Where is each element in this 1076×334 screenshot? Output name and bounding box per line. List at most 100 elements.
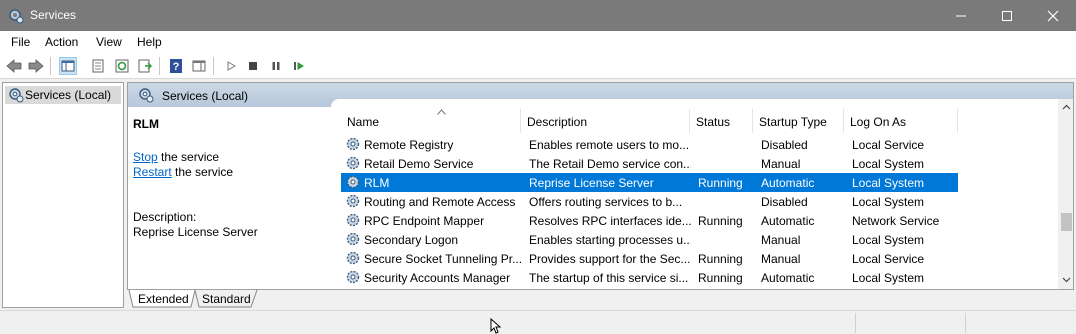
cell-log-on-as: Local System [852,233,925,247]
restart-service-link[interactable]: Restart [133,165,172,179]
refresh-icon [115,59,129,73]
description-label: Description: [133,210,197,224]
scroll-up-arrow-icon[interactable] [1062,103,1071,112]
service-gear-icon [346,270,360,284]
back-button[interactable] [5,57,23,75]
status-divider [965,313,966,333]
column-header-name[interactable]: Name [341,109,521,133]
forward-arrow-icon [28,59,44,73]
play-icon [227,61,236,71]
stop-icon [249,62,257,70]
cell-log-on-as: Local Service [852,252,925,266]
mouse-cursor-icon [490,318,502,334]
window-title: Services [30,8,77,22]
restart-action-text: the service [171,165,234,179]
menu-action[interactable]: Action [45,35,78,49]
cell-name: Security Accounts Manager [364,271,511,285]
column-header-label: Description [527,115,588,129]
description-text: Reprise License Server [133,225,258,239]
start-service-button[interactable] [222,57,240,75]
service-row[interactable]: Retail Demo Service The Retail Demo servi… [341,154,958,173]
scroll-down-arrow-icon[interactable] [1062,275,1071,284]
export-list-icon [138,59,152,73]
pause-service-button[interactable] [267,57,285,75]
help-button[interactable]: ? [167,57,185,75]
minimize-button[interactable] [938,0,984,31]
service-row[interactable]: Secondary Logon Enables starting processe… [341,230,958,249]
selected-service-name: RLM [133,117,159,131]
column-header-startup-type[interactable]: Startup Type [753,109,844,133]
cell-name: RPC Endpoint Mapper [364,214,485,228]
cell-name: RLM [364,176,390,190]
maximize-button[interactable] [984,0,1030,31]
cell-name: Retail Demo Service [364,157,474,171]
cell-description: Enables remote users to mo... [529,138,690,152]
toolbar-separator [159,57,160,75]
column-header-label: Log On As [850,115,907,129]
service-gear-icon [346,232,360,246]
column-header-log-on-as[interactable]: Log On As [844,109,958,133]
stop-service-link[interactable]: Stop [133,150,158,164]
show-hide-console-tree-button[interactable] [59,57,77,75]
stop-action-text: the service [157,150,220,164]
services-gear-icon [9,88,24,103]
services-gear-icon [9,9,24,24]
cell-log-on-as: Local Service [852,138,925,152]
column-header-description[interactable]: Description [521,109,690,133]
restart-service-button[interactable] [290,57,308,75]
tree-item-services-local[interactable]: Services (Local) [5,86,121,104]
pause-icon [272,62,280,70]
close-button[interactable] [1030,0,1076,31]
details-pane: Services (Local) RLM Stop the service Re… [127,82,1074,290]
service-row[interactable]: Remote Registry Enables remote users to m… [341,135,958,154]
menu-file[interactable]: File [11,35,30,49]
column-header-status[interactable]: Status [690,109,753,133]
title-bar: Services [0,0,1076,31]
close-icon [1047,10,1059,21]
service-row[interactable]: RPC Endpoint Mapper Resolves RPC interfac… [341,211,958,230]
cell-description: Enables starting processes u... [529,233,691,247]
properties-button[interactable] [89,57,107,75]
svg-text:?: ? [173,61,180,73]
service-gear-icon [346,251,360,265]
cell-log-on-as: Local System [852,157,925,171]
refresh-button[interactable] [113,57,131,75]
column-header-label: Status [696,115,731,129]
toolbar-separator [50,57,51,75]
service-row[interactable]: Secure Socket Tunneling Pr... Provides su… [341,249,958,268]
forward-button[interactable] [27,57,45,75]
service-row[interactable]: Routing and Remote Access Offers routing … [341,192,958,211]
service-row[interactable]: RLM Reprise License Server Running Automati… [341,173,958,192]
console-tree-icon [61,60,75,72]
cell-name: Secure Socket Tunneling Pr... [364,252,523,266]
scrollbar-thumb[interactable] [1061,213,1072,231]
cell-startup-type: Automatic [761,176,815,190]
cell-description: Reprise License Server [529,176,654,190]
maximize-icon [1002,10,1012,21]
service-gear-icon [346,213,360,227]
tab-extended[interactable]: Extended [138,290,189,308]
vertical-scrollbar[interactable] [1058,99,1073,289]
export-list-button[interactable] [136,57,154,75]
show-action-pane-button[interactable] [190,57,208,75]
menu-help[interactable]: Help [137,35,162,49]
service-row[interactable]: Security Accounts Manager The startup of … [341,268,958,287]
menu-view[interactable]: View [96,35,122,49]
service-gear-icon [346,175,360,189]
stop-action: Stop the service [133,150,219,164]
help-icon: ? [170,59,182,73]
cell-name: Remote Registry [364,138,454,152]
toolbar-separator [213,57,214,75]
tab-standard[interactable]: Standard [202,290,251,308]
status-divider [855,313,856,333]
menu-bar: File Action View Help [0,31,1076,53]
cell-startup-type: Manual [761,233,801,247]
properties-icon [92,59,104,73]
cell-status: Running [698,214,743,228]
service-gear-icon [346,156,360,170]
service-description-panel: RLM Stop the service Restart the service… [128,107,331,289]
stop-service-button[interactable] [244,57,262,75]
cell-log-on-as: Local System [852,176,925,190]
service-gear-icon [346,137,360,151]
action-pane-icon [192,60,206,72]
